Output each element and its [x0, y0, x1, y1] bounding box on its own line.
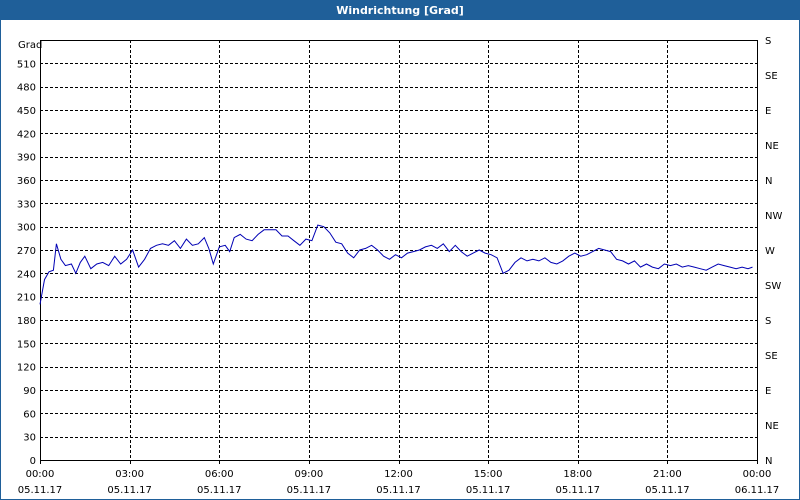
right-tick-label: W	[765, 246, 775, 257]
right-tick-label: NW	[765, 211, 782, 222]
right-tick-label: NE	[765, 421, 779, 432]
y-tick-label: 360	[17, 176, 36, 187]
x-tick-date: 05.11.17	[197, 485, 242, 496]
y-tick-label: 240	[17, 269, 36, 280]
y-tick-label: 330	[17, 199, 36, 210]
right-tick-label: SW	[765, 281, 781, 292]
y-tick-label: 90	[23, 386, 36, 397]
x-tick-date: 06.11.17	[735, 485, 780, 496]
right-tick-label: NE	[765, 141, 779, 152]
x-tick-date: 05.11.17	[287, 485, 332, 496]
x-tick-date: 05.11.17	[18, 485, 63, 496]
wind-direction-chart: 0 30 60 90 120 150 180 210 240 270 300 330 360 390 420…	[17, 36, 783, 496]
right-axis-ticks: N NE E SE S SW W NW N NE E SE S	[765, 36, 782, 467]
x-tick-date: 05.11.17	[107, 485, 152, 496]
y-tick-label: 210	[17, 293, 36, 304]
x-tick-time: 18:00	[563, 469, 592, 480]
y-tick-label: 510	[17, 59, 36, 70]
x-tick-time: 00:00	[743, 469, 772, 480]
x-tick-time: 15:00	[474, 469, 503, 480]
x-tick-time: 03:00	[115, 469, 144, 480]
x-tick-time: 00:00	[26, 469, 55, 480]
x-tick-date: 05.11.17	[376, 485, 421, 496]
grid-lines	[40, 40, 757, 460]
y-tick-label: 450	[17, 106, 36, 117]
x-tick-date: 05.11.17	[645, 485, 690, 496]
x-tick-time: 12:00	[384, 469, 413, 480]
right-tick-label: SE	[765, 351, 778, 362]
y-tick-label: 420	[17, 129, 36, 140]
right-tick-label: N	[765, 456, 772, 467]
series-layer	[39, 224, 753, 305]
x-tick-time: 09:00	[294, 469, 323, 480]
right-tick-label: S	[765, 36, 771, 47]
y-tick-label: 300	[17, 223, 36, 234]
y-tick-label: 30	[23, 433, 36, 444]
x-tick-date: 05.11.17	[555, 485, 600, 496]
y-tick-label: 480	[17, 83, 36, 94]
x-tick-time: 06:00	[205, 469, 234, 480]
right-tick-label: S	[765, 316, 771, 327]
x-tick-date: 05.11.17	[466, 485, 511, 496]
y-tick-label: 150	[17, 339, 36, 350]
right-tick-label: SE	[765, 71, 778, 82]
y-axis-ticks: 0 30 60 90 120 150 180 210 240 270 300 330 360 390 420…	[17, 59, 36, 467]
right-tick-label: N	[765, 176, 772, 187]
x-axis-ticks: 00:00 05.11.17 03:00 05.11.17 06:00 05.11.17 0…	[18, 460, 780, 496]
y-tick-label: 120	[17, 363, 36, 374]
y-tick-label: 390	[17, 153, 36, 164]
x-tick-time: 21:00	[653, 469, 682, 480]
y-tick-label: 60	[23, 409, 36, 420]
right-tick-label: E	[765, 106, 771, 117]
wind-direction-line	[39, 224, 753, 305]
right-tick-label: E	[765, 386, 771, 397]
y-tick-label: 0	[30, 456, 36, 467]
y-axis-label: Grad	[18, 40, 42, 51]
y-tick-label: 270	[17, 246, 36, 257]
y-tick-label: 180	[17, 316, 36, 327]
